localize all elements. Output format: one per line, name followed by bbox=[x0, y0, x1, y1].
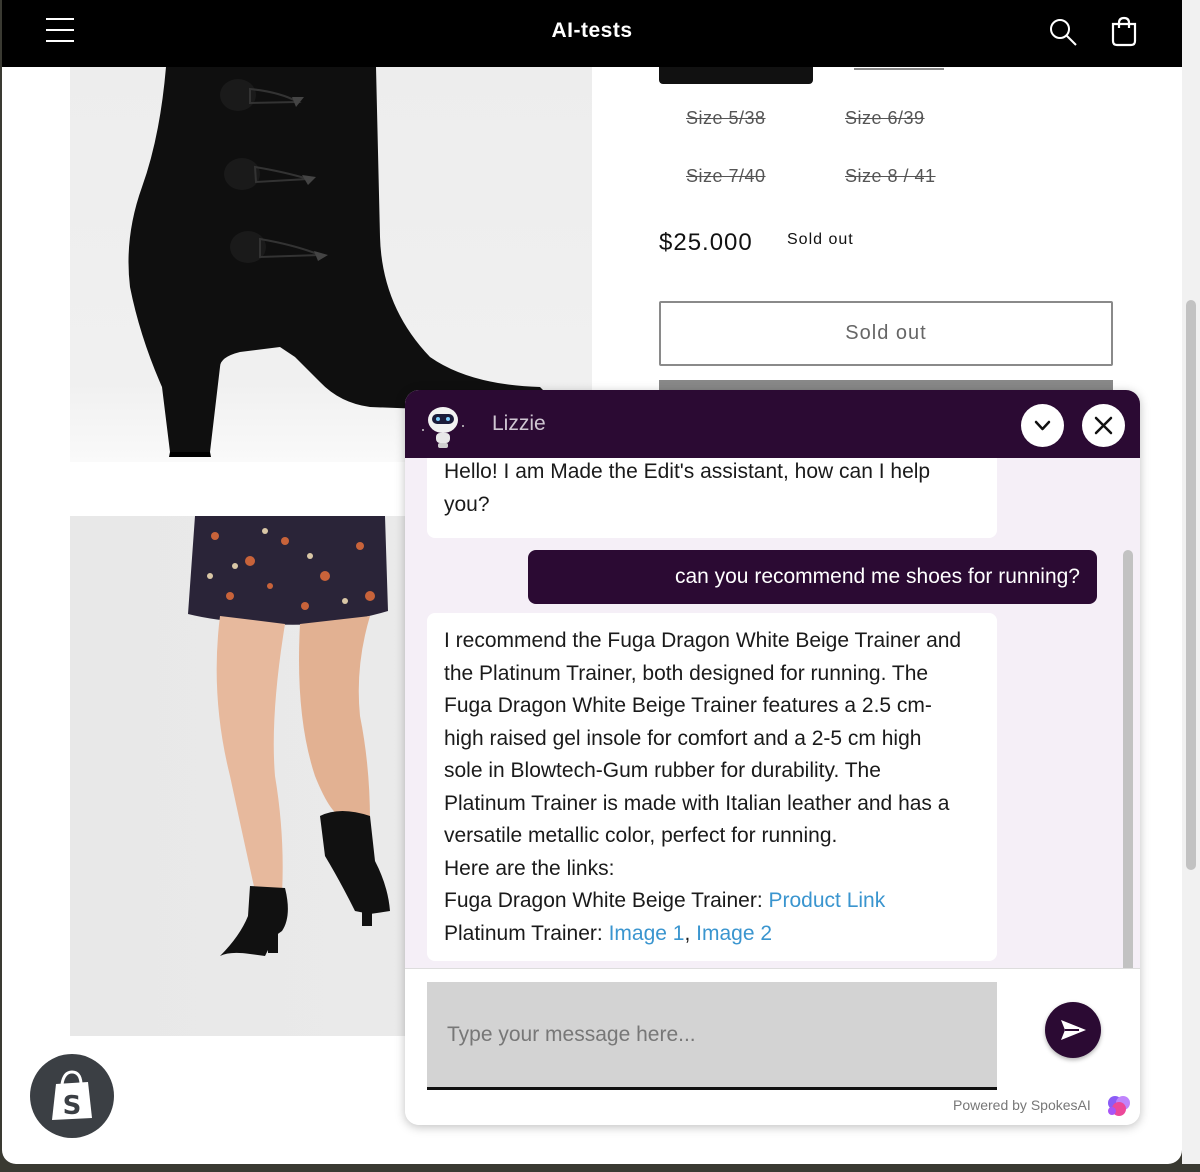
link-prefix: Fuga Dragon White Beige Trainer: bbox=[444, 889, 769, 912]
bot-message-text: Hello! I am Made the Edit's assistant, h… bbox=[444, 460, 931, 516]
message-input[interactable] bbox=[427, 982, 997, 1090]
bot-message-line: versatile metallic color, perfect for ru… bbox=[444, 824, 838, 847]
chevron-down-icon bbox=[1034, 420, 1051, 431]
size-option[interactable]: Size 5/38 bbox=[686, 108, 766, 129]
robot-avatar-icon bbox=[422, 407, 464, 448]
bot-message-line: high raised gel insole for comfort and a… bbox=[444, 726, 922, 750]
user-message-text: can you recommend me shoes for running? bbox=[674, 565, 1080, 588]
product-price: $25.000 bbox=[659, 229, 753, 256]
page-scrollbar-thumb[interactable] bbox=[1186, 300, 1196, 870]
image-2-link[interactable]: Image 2 bbox=[696, 922, 772, 945]
bot-message-line: I recommend the Fuga Dragon White Beige … bbox=[444, 629, 962, 652]
link-prefix: Platinum Trainer: bbox=[444, 921, 609, 945]
bot-message: Hello! I am Made the Edit's assistant, h… bbox=[427, 458, 997, 538]
size-option[interactable]: Size 6/39 bbox=[845, 108, 925, 129]
bot-message: I recommend the Fuga Dragon White Beige … bbox=[427, 613, 997, 961]
bot-name: Lizzie bbox=[492, 412, 546, 435]
user-message: can you recommend me shoes for running? bbox=[528, 550, 1097, 604]
chat-footer: Powered by SpokesAI bbox=[405, 968, 1140, 1125]
bot-message-line: sole in Blowtech-Gum rubber for durabili… bbox=[444, 759, 881, 782]
close-icon bbox=[1094, 416, 1113, 435]
bot-message-line: Platinum Trainer is made with Italian le… bbox=[444, 791, 950, 815]
close-chat-button[interactable] bbox=[1082, 404, 1125, 447]
sold-out-button[interactable]: Sold out bbox=[659, 301, 1113, 366]
bot-message-line: Fuga Dragon White Beige Trainer: Product… bbox=[444, 885, 980, 918]
bot-message-line: Here are the links: bbox=[444, 856, 615, 880]
spokesai-logo-icon bbox=[1108, 1096, 1130, 1116]
size-option[interactable]: Size 8 / 41 bbox=[845, 166, 936, 187]
link-separator: , bbox=[684, 921, 697, 945]
bot-message-line: Fuga Dragon White Beige Trainer features… bbox=[444, 694, 932, 717]
chat-header: Lizzie bbox=[405, 390, 1140, 458]
bot-message-line: Platinum Trainer: Image 1, Image 2 bbox=[444, 918, 980, 951]
sold-out-badge: Sold out bbox=[787, 231, 854, 248]
powered-by-label[interactable]: Powered by SpokesAI bbox=[953, 1097, 1091, 1113]
product-image-model[interactable] bbox=[70, 516, 410, 1036]
size-option[interactable]: Size 7/40 bbox=[686, 166, 766, 187]
svg-text:S: S bbox=[63, 1091, 82, 1121]
send-button[interactable] bbox=[1045, 1002, 1101, 1058]
send-icon bbox=[1061, 1020, 1086, 1040]
product-link[interactable]: Product Link bbox=[769, 889, 886, 912]
cart-icon[interactable] bbox=[1108, 15, 1140, 47]
search-icon[interactable] bbox=[1048, 17, 1078, 47]
chat-widget: Lizzie Hello! I am Made the Edit's assis… bbox=[405, 390, 1140, 1125]
chat-messages[interactable]: Hello! I am Made the Edit's assistant, h… bbox=[405, 458, 1140, 968]
image-1-link[interactable]: Image 1 bbox=[609, 922, 685, 945]
collapse-chat-button[interactable] bbox=[1021, 404, 1064, 447]
model-illustration bbox=[188, 516, 390, 956]
chat-scrollbar-thumb[interactable] bbox=[1123, 550, 1133, 968]
shopify-bag-icon[interactable]: S bbox=[30, 1054, 114, 1138]
store-header: AI-tests bbox=[2, 0, 1182, 67]
store-title[interactable]: AI-tests bbox=[2, 19, 1182, 43]
bot-message-line: the Platinum Trainer, both designed for … bbox=[444, 661, 929, 685]
